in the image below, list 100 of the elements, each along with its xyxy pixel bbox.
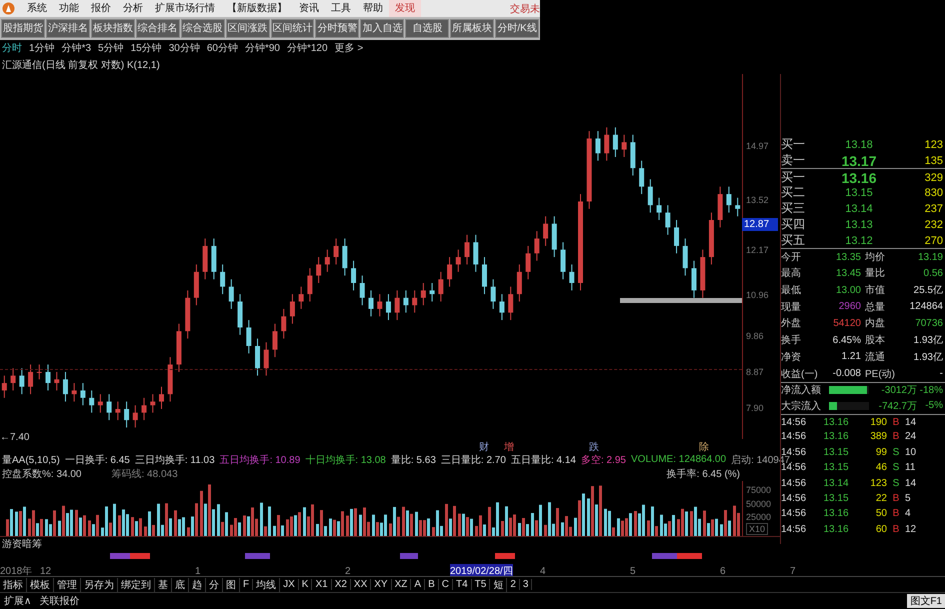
candle — [438, 272, 444, 302]
trade-menu-item[interactable]: 交易未 — [510, 2, 540, 16]
candle — [490, 279, 496, 310]
menu-item[interactable]: 分析 — [117, 0, 149, 17]
period-tab[interactable]: 分钟*3 — [62, 41, 92, 56]
event-marker[interactable]: 财 — [478, 440, 490, 454]
stat-label: 量比 — [865, 266, 886, 280]
trade-cell-text: 5 — [905, 492, 912, 504]
menu-item[interactable]: 系统 — [21, 0, 53, 17]
period-tab[interactable]: 更多 > — [334, 41, 364, 56]
period-tab[interactable]: 60分钟 — [206, 41, 238, 56]
menu-item[interactable]: 帮助 — [357, 0, 389, 17]
trade-time: 14:56 — [781, 416, 808, 428]
candle — [569, 264, 574, 292]
stat-value: 1.93亿 — [912, 350, 944, 364]
toolbar-button[interactable]: 自选股 — [405, 18, 450, 38]
candle — [228, 279, 234, 310]
toolbar-button[interactable]: 所属板块 — [450, 18, 494, 38]
toolbar-button[interactable]: 综合排名 — [136, 18, 180, 38]
flow-percent: -5% — [924, 400, 944, 412]
trade-time: 14:56 — [781, 478, 808, 489]
period-tab[interactable]: 分钟*90 — [244, 41, 280, 56]
trade-price: 13.15 — [822, 446, 850, 458]
toolbar-button[interactable]: XZ — [392, 579, 412, 590]
toolbar-button[interactable]: 区间统计 — [270, 18, 314, 38]
period-tab[interactable]: 5分钟 — [98, 41, 124, 56]
toolbar-button[interactable]: 基 — [155, 578, 172, 592]
stat-value: 13.00 — [834, 284, 862, 296]
toolbar-button[interactable]: 综合选股 — [180, 18, 225, 38]
candle — [630, 134, 636, 176]
order-price: 13.14 — [844, 202, 874, 215]
trade-volume: 60 — [874, 524, 887, 535]
menu-item[interactable]: 资讯 — [293, 0, 325, 17]
status-button[interactable]: 图文F1 — [907, 594, 945, 608]
stat-label: 股本 — [865, 334, 886, 348]
stat-value: 13.19 — [916, 252, 944, 263]
toolbar-button[interactable]: 区间涨跌 — [226, 18, 270, 38]
period-tab[interactable]: 分钟*120 — [286, 41, 328, 56]
order-price: 13.13 — [844, 218, 874, 231]
menu-item[interactable]: 工具 — [325, 0, 357, 17]
event-marker[interactable]: 跌 — [588, 440, 600, 454]
toolbar-button[interactable]: JX — [280, 579, 299, 590]
indicator-value: 筹码线: 48.043 — [111, 468, 178, 482]
order-label: 买四 — [781, 216, 806, 234]
event-marker[interactable]: 增 — [503, 440, 515, 454]
stat-label: 总量 — [865, 300, 886, 314]
toolbar-button[interactable]: 分 — [206, 578, 223, 592]
event-marker[interactable]: 除 — [698, 440, 710, 454]
menu-item[interactable]: 报价 — [85, 0, 117, 17]
menu-item[interactable]: 功能 — [53, 0, 85, 17]
candle — [412, 290, 418, 314]
flow-amount: -742.7万 — [878, 400, 917, 413]
period-tab[interactable]: 30分钟 — [168, 41, 200, 56]
toolbar-button[interactable]: 底 — [172, 578, 189, 592]
trade-side: S — [892, 478, 900, 489]
candle — [692, 260, 696, 299]
toolbar-button[interactable]: T5 — [472, 579, 490, 590]
toolbar-button[interactable]: 沪深排名 — [46, 18, 90, 38]
toolbar-button[interactable]: 板块指数 — [90, 18, 135, 38]
candle — [281, 308, 286, 340]
toolbar-button[interactable]: 均线 — [253, 578, 280, 592]
trade-time: 14:56 — [781, 508, 808, 520]
toolbar-button[interactable]: 模板 — [27, 578, 54, 592]
menu-item[interactable]: 发现 — [389, 0, 421, 17]
volume-scale-label: X10 — [746, 523, 768, 536]
trade-time: 14:56 — [781, 524, 808, 535]
candle — [552, 216, 557, 258]
period-tab[interactable]: 分时 — [2, 41, 22, 56]
period-tab[interactable]: 15分钟 — [130, 41, 162, 56]
toolbar-button[interactable]: 股指期货 — [1, 18, 45, 38]
toolbar-button[interactable]: 管理 — [54, 578, 81, 592]
stat-label: 换手 — [781, 334, 802, 348]
price-axis-label: 13.52 — [746, 195, 769, 206]
toolbar-button[interactable]: 趋 — [189, 578, 206, 592]
toolbar-button[interactable]: 分时/K线 — [495, 18, 540, 38]
toolbar-button[interactable]: 绑定到 — [118, 578, 155, 592]
order-label: 买一 — [781, 169, 806, 186]
trade-side: B — [892, 492, 900, 504]
candle — [142, 398, 147, 421]
trade-side: B — [892, 416, 900, 428]
candle — [360, 275, 365, 306]
status-item[interactable]: 扩展∧ — [0, 594, 36, 608]
candle — [106, 394, 112, 421]
menu-item[interactable]: 扩展市场行情 — [149, 0, 221, 17]
trade-time: 14:56 — [781, 492, 808, 504]
order-volume: 237 — [924, 202, 944, 215]
flow-percent: -18% — [918, 384, 944, 396]
candle — [351, 260, 356, 292]
period-tab[interactable]: 1分钟 — [29, 41, 55, 56]
toolbar-button[interactable]: 分时预警 — [315, 18, 360, 38]
toolbar-button[interactable]: 加入自选 — [360, 18, 404, 38]
menu-item[interactable]: 【新版数据】 — [221, 0, 293, 17]
toolbar-button[interactable]: 指标 — [0, 578, 27, 592]
status-item[interactable]: 关联报价 — [35, 594, 84, 608]
toolbar-button[interactable]: A — [411, 579, 426, 590]
trade-volume: 99 — [874, 446, 887, 458]
indicator-value: 一日换手: 6.45 — [64, 454, 130, 467]
current-price-tag: 12.87 — [742, 218, 778, 232]
candle — [176, 324, 182, 373]
candle — [534, 230, 540, 262]
